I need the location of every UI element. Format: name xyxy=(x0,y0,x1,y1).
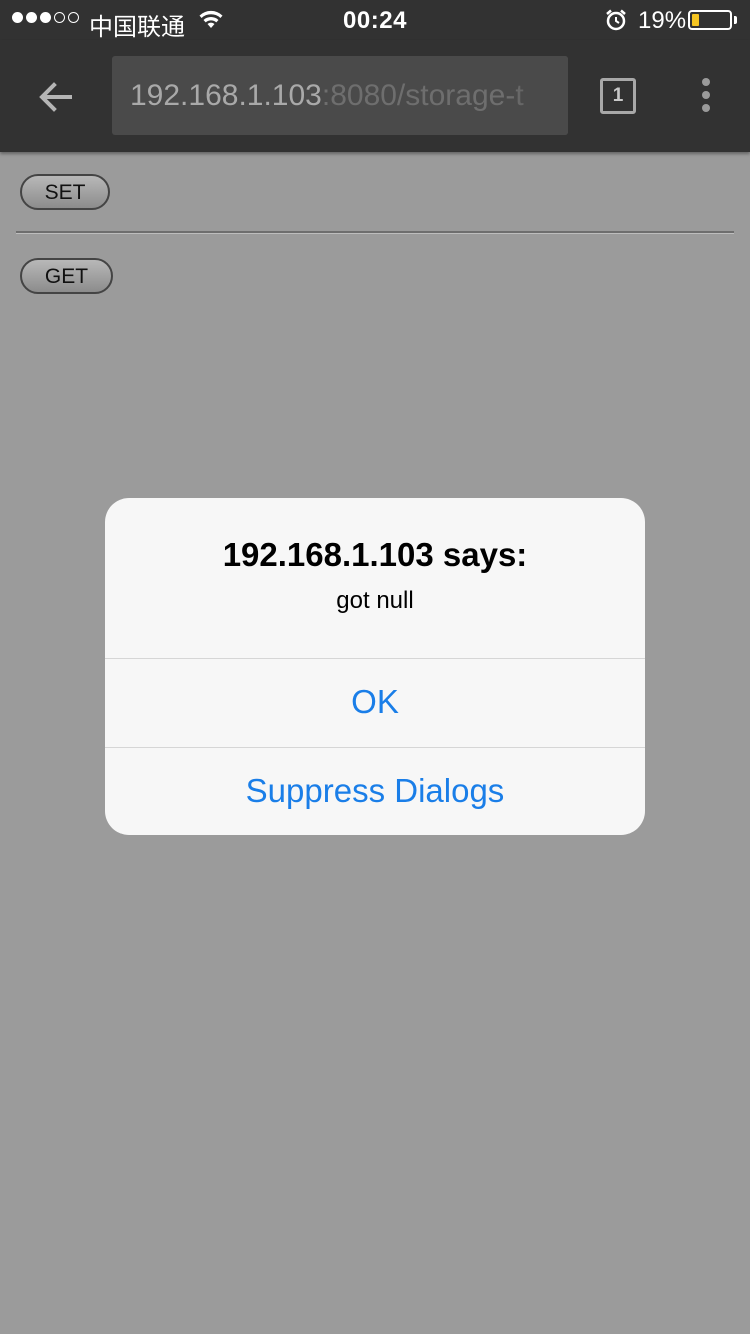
back-button[interactable] xyxy=(34,76,78,120)
url-fade xyxy=(508,56,568,135)
menu-dot xyxy=(702,104,710,112)
dialog-title: 192.168.1.103 says: xyxy=(222,536,528,573)
divider xyxy=(16,231,734,234)
dialog-message: got null xyxy=(336,587,414,614)
get-button[interactable]: GET xyxy=(20,258,113,294)
overflow-menu-icon[interactable] xyxy=(700,78,712,118)
menu-dot xyxy=(702,78,710,86)
battery-icon xyxy=(688,10,732,30)
alarm-icon xyxy=(604,8,628,37)
ok-button[interactable]: OK xyxy=(105,658,645,746)
url-text: 192.168.1.103:8080/storage-t xyxy=(130,79,524,113)
url-path: :8080/storage-t xyxy=(321,79,524,112)
menu-dot xyxy=(702,91,710,99)
tab-switcher-button[interactable]: 1 xyxy=(600,78,636,114)
set-button[interactable]: SET xyxy=(20,174,110,210)
address-bar[interactable]: 192.168.1.103:8080/storage-t xyxy=(112,56,568,135)
arrow-left-icon xyxy=(34,82,78,124)
battery-level xyxy=(692,14,699,26)
url-host: 192.168.1.103 xyxy=(130,79,322,112)
alert-dialog: 192.168.1.103 says: got null OK Suppress… xyxy=(105,498,645,835)
browser-toolbar: 192.168.1.103:8080/storage-t 1 xyxy=(0,40,750,152)
suppress-dialogs-button[interactable]: Suppress Dialogs xyxy=(105,747,645,835)
status-bar: 中国联通 00:24 19% xyxy=(0,0,750,41)
battery-tip xyxy=(734,16,737,24)
battery-percent: 19% xyxy=(638,7,687,34)
